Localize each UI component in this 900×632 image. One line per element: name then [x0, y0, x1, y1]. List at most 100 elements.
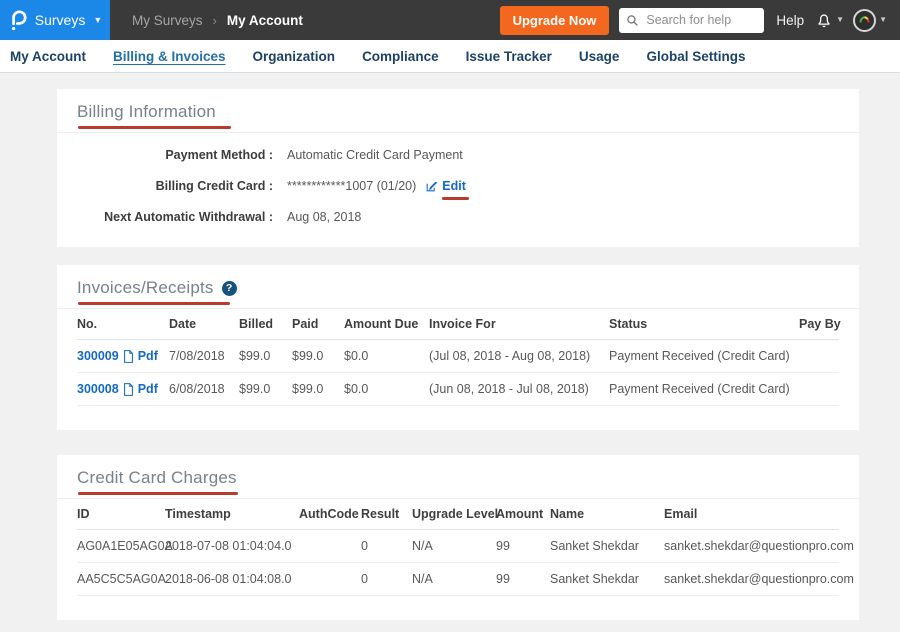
charge-upgrade-level: N/A [412, 563, 496, 596]
breadcrumb-current: My Account [227, 13, 303, 28]
charge-upgrade-level: N/A [412, 530, 496, 563]
charge-name: Sanket Shekdar [550, 563, 664, 596]
charge-id: AA5C5C5AG0A [77, 563, 165, 596]
payment-method-label: Payment Method : [77, 148, 273, 162]
col-id: ID [77, 499, 165, 530]
invoice-billed: $99.0 [239, 373, 292, 406]
tab-organization[interactable]: Organization [253, 49, 336, 64]
col-result: Result [361, 499, 412, 530]
invoice-status: Payment Received (Credit Card) [609, 340, 799, 373]
col-amount-due: Amount Due [344, 309, 429, 340]
charge-authcode [299, 530, 361, 563]
credit-card-charges-header: Credit Card Charges [57, 455, 859, 499]
invoice-billed: $99.0 [239, 340, 292, 373]
charge-name: Sanket Shekdar [550, 530, 664, 563]
invoices-table: No. Date Billed Paid Amount Due Invoice … [77, 309, 839, 406]
col-name: Name [550, 499, 664, 530]
help-search[interactable] [619, 8, 764, 33]
invoice-pdf-link[interactable]: Pdf [138, 349, 158, 363]
tab-compliance[interactable]: Compliance [362, 49, 439, 64]
billing-credit-card-label: Billing Credit Card : [77, 179, 273, 193]
invoice-status: Payment Received (Credit Card) [609, 373, 799, 406]
invoices-receipts-title: Invoices/Receipts [77, 278, 214, 297]
credit-card-charges-title: Credit Card Charges [77, 468, 237, 487]
tab-billing-invoices[interactable]: Billing & Invoices [113, 49, 226, 64]
pdf-file-icon [123, 350, 134, 363]
help-link[interactable]: Help [776, 13, 804, 28]
col-email: Email [664, 499, 839, 530]
billing-information-header: Billing Information [57, 89, 859, 133]
upgrade-now-button[interactable]: Upgrade Now [500, 6, 610, 35]
tab-my-account[interactable]: My Account [10, 49, 86, 64]
breadcrumb: My Surveys › My Account [132, 13, 303, 28]
invoice-pay-by [799, 373, 839, 406]
charge-amount: 99 [496, 563, 550, 596]
col-status: Status [609, 309, 799, 340]
invoice-amount-due: $0.0 [344, 340, 429, 373]
invoice-row: 300008 Pdf 6/08/2018 $99.0 [77, 373, 839, 406]
red-annotation-underline [442, 197, 469, 200]
col-paid: Paid [292, 309, 344, 340]
invoice-date: 6/08/2018 [169, 373, 239, 406]
credit-card-charges-card: Credit Card Charges ID Timestamp AuthCod… [57, 455, 859, 620]
col-pay-by: Pay By [799, 309, 839, 340]
billing-credit-card-row: Billing Credit Card : ************1007 (… [77, 179, 839, 193]
chevron-down-icon: ▼ [93, 16, 102, 25]
invoice-pdf-link[interactable]: Pdf [138, 382, 158, 396]
col-date: Date [169, 309, 239, 340]
invoice-date: 7/08/2018 [169, 340, 239, 373]
invoice-number-link[interactable]: 300008 [77, 382, 119, 396]
billing-information-title: Billing Information [77, 102, 216, 121]
account-nav: My Account Billing & Invoices Organizati… [0, 40, 900, 73]
charge-id: AG0A1E05AG0A [77, 530, 165, 563]
charge-authcode [299, 563, 361, 596]
red-annotation-underline [78, 126, 231, 129]
invoice-amount-due: $0.0 [344, 373, 429, 406]
charge-timestamp: 2018-06-08 01:04:08.0 [165, 563, 299, 596]
invoice-paid: $99.0 [292, 373, 344, 406]
charge-row: AG0A1E05AG0A 2018-07-08 01:04:04.0 0 N/A… [77, 530, 839, 563]
next-withdrawal-row: Next Automatic Withdrawal : Aug 08, 2018 [77, 210, 839, 224]
next-withdrawal-value: Aug 08, 2018 [287, 210, 361, 224]
col-upgrade-level: Upgrade Level [412, 499, 496, 530]
avatar [853, 9, 876, 32]
invoice-for: (Jun 08, 2018 - Jul 08, 2018) [429, 373, 609, 406]
help-circle-icon[interactable]: ? [222, 281, 237, 296]
tab-issue-tracker[interactable]: Issue Tracker [466, 49, 552, 64]
bell-icon [815, 11, 833, 29]
tab-global-settings[interactable]: Global Settings [646, 49, 745, 64]
product-menu[interactable]: Surveys ▼ [0, 0, 110, 40]
charge-timestamp: 2018-07-08 01:04:04.0 [165, 530, 299, 563]
col-timestamp: Timestamp [165, 499, 299, 530]
billing-credit-card-value: ************1007 (01/20) [287, 179, 416, 193]
payment-method-value: Automatic Credit Card Payment [287, 148, 463, 162]
invoices-receipts-card: Invoices/Receipts? No. Date Billed Paid … [57, 265, 859, 430]
account-menu[interactable]: ▼ [853, 9, 887, 32]
col-invoice-for: Invoice For [429, 309, 609, 340]
billing-information-fields: Payment Method : Automatic Credit Card P… [57, 133, 859, 247]
product-menu-label: Surveys [35, 12, 86, 28]
pdf-file-icon [123, 383, 134, 396]
charges-table: ID Timestamp AuthCode Result Upgrade Lev… [77, 499, 839, 596]
edit-credit-card-link[interactable]: Edit [425, 179, 466, 193]
chevron-down-icon: ▼ [879, 16, 887, 24]
charges-header-row: ID Timestamp AuthCode Result Upgrade Lev… [77, 499, 839, 530]
red-annotation-underline [78, 302, 230, 305]
invoice-number-link[interactable]: 300009 [77, 349, 119, 363]
edit-pencil-icon [425, 180, 438, 193]
charge-result: 0 [361, 563, 412, 596]
search-input[interactable] [644, 12, 757, 28]
col-billed: Billed [239, 309, 292, 340]
invoice-pay-by [799, 340, 839, 373]
invoice-row: 300009 Pdf 7/08/2018 $99.0 [77, 340, 839, 373]
tab-usage[interactable]: Usage [579, 49, 620, 64]
edit-link-label: Edit [442, 179, 466, 193]
charge-email: sanket.shekdar@questionpro.com [664, 563, 839, 596]
breadcrumb-parent[interactable]: My Surveys [132, 13, 203, 28]
col-authcode: AuthCode [299, 499, 361, 530]
notifications-menu[interactable]: ▼ [815, 11, 844, 29]
billing-information-card: Billing Information Payment Method : Aut… [57, 89, 859, 247]
red-annotation-underline [78, 492, 238, 495]
invoice-paid: $99.0 [292, 340, 344, 373]
invoices-table-wrap: No. Date Billed Paid Amount Due Invoice … [57, 309, 859, 430]
